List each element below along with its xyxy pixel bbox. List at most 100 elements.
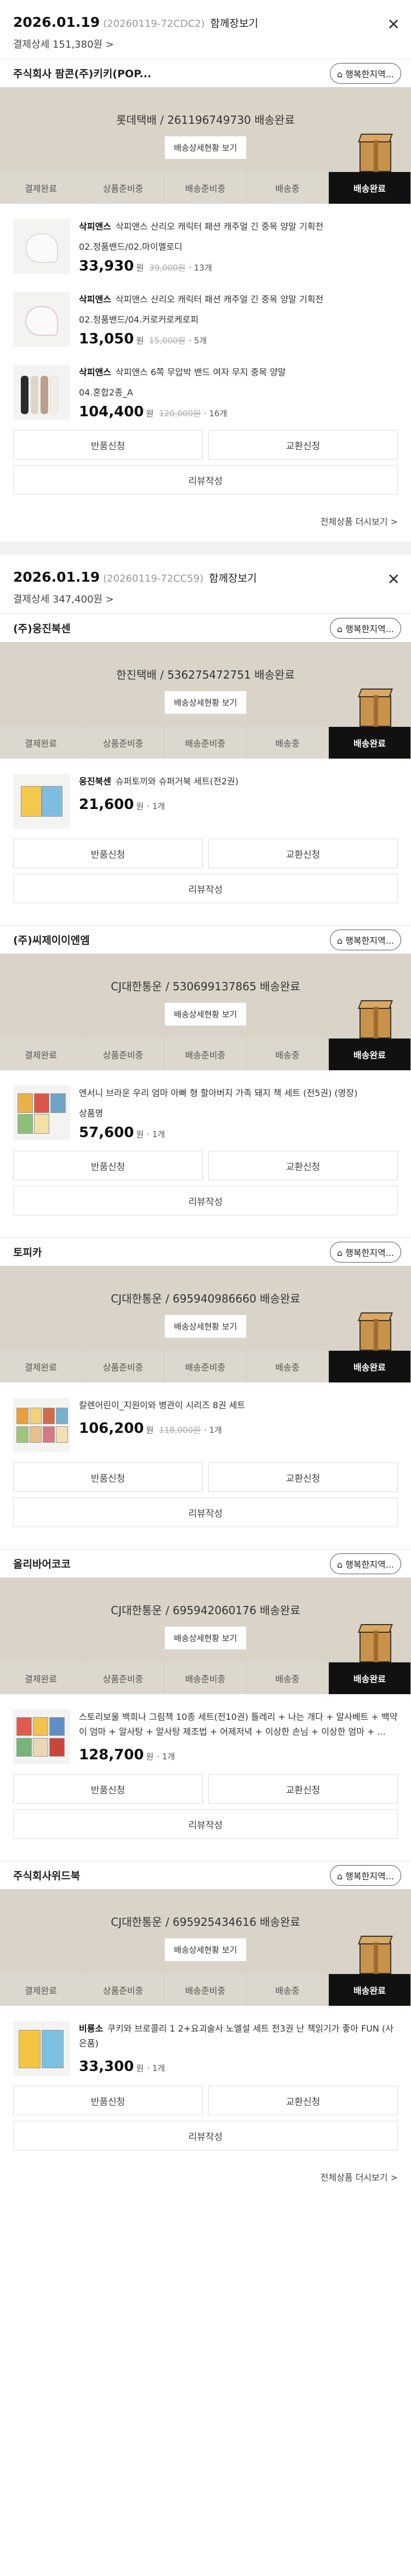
currency-unit: 원 [146, 409, 154, 418]
shop-name: (주)씨제이이엔엠 [13, 934, 90, 946]
tracking-button[interactable]: 배송상세현황 보기 [164, 136, 247, 159]
shop-button-label: 행복한지역... [345, 1559, 394, 1570]
item-option: 상품명 [79, 1108, 104, 1118]
step-ready: 배송준비중 [164, 1662, 247, 1694]
item-list: 웅진북센 슈퍼토끼와 슈퍼거북 세트(전2권) 21,600 원 · 1개 [0, 759, 411, 839]
tracking-button[interactable]: 배송상세현황 보기 [164, 1002, 247, 1026]
review-button[interactable]: 리뷰작성 [13, 1498, 398, 1527]
review-button[interactable]: 리뷰작성 [13, 1809, 398, 1839]
order-item[interactable]: 삭피앤스 삭피앤스 6쪽 무압박 밴드 여자 무지 중목 양말 04.혼합2종_A… [13, 357, 398, 430]
item-name: 삭피앤스 산리오 캐릭터 패션 캐주얼 긴 중목 양말 기획전 [115, 294, 324, 305]
exchange-button[interactable]: 교환신청 [208, 839, 398, 868]
item-price: 21,600 [79, 796, 134, 813]
shop-button[interactable]: ⌂ 행복한지역... [329, 1553, 401, 1574]
package-box-icon [356, 1624, 395, 1662]
tracking-button[interactable]: 배송상세현황 보기 [164, 1938, 247, 1961]
payment-detail-link[interactable]: 결제상세 347,400원 > [13, 592, 398, 613]
shop-button[interactable]: ⌂ 행복한지역... [329, 1864, 401, 1886]
shop-button[interactable]: ⌂ 행복한지역... [329, 62, 401, 84]
more-orders-link[interactable]: 전체상품 더시보기 > [0, 495, 411, 542]
exchange-button[interactable]: 교환신청 [208, 1774, 398, 1804]
product-thumbnail [13, 1086, 70, 1140]
step-delivered: 배송완료 [329, 1039, 411, 1070]
courier-info: CJ대한통운 / 695942060176 배송완료 [111, 1604, 300, 1617]
return-button[interactable]: 반품신청 [13, 1462, 203, 1492]
step-ready: 배송준비중 [164, 172, 247, 204]
order-item[interactable]: 웅진북센 슈퍼토끼와 슈퍼거북 세트(전2권) 21,600 원 · 1개 [13, 766, 398, 839]
item-name: 슈퍼토끼와 슈퍼거북 세트(전2권) [115, 776, 239, 787]
original-price: 118,000원 [159, 1425, 201, 1435]
shop-button[interactable]: ⌂ 행복한지역... [329, 617, 401, 639]
step-ready: 배송준비중 [164, 1351, 247, 1382]
view-together-link[interactable]: 함께장보기 [210, 15, 258, 30]
exchange-button[interactable]: 교환신청 [208, 430, 398, 460]
order-item[interactable]: 엔서니 브라운 우리 엄마 아빠 형 할아버지 가족 돼지 책 세트 (전5권)… [13, 1078, 398, 1151]
product-thumbnail [13, 292, 70, 347]
tracking-button[interactable]: 배송상세현황 보기 [164, 1315, 247, 1338]
step-delivered: 배송완료 [329, 1662, 411, 1694]
item-name: 엔서니 브라운 우리 엄마 아빠 형 할아버지 가족 돼지 책 세트 (전5권)… [79, 1088, 358, 1098]
review-button[interactable]: 리뷰작성 [13, 874, 398, 903]
step-ready: 배송준비중 [164, 1974, 247, 2006]
item-price: 13,050 [79, 331, 134, 347]
step-delivered: 배송완료 [329, 1351, 411, 1382]
order-item[interactable]: 삭피앤스 삭피앤스 산리오 캐릭터 패션 캐주얼 긴 중목 양말 기획전 02.정… [13, 211, 398, 284]
shop-button-label: 행복한지역... [345, 935, 394, 946]
shop-name: 올리바어코코 [13, 1558, 71, 1570]
order-item[interactable]: 삭피앤스 삭피앤스 산리오 캐릭터 패션 캐주얼 긴 중목 양말 기획전 02.정… [13, 284, 398, 357]
shop-header: (주)웅진북센 ⌂ 행복한지역... [0, 613, 411, 642]
shop-button[interactable]: ⌂ 행복한지역... [329, 1241, 401, 1263]
item-price: 128,700 [79, 1747, 144, 1763]
review-button[interactable]: 리뷰작성 [13, 1186, 398, 1215]
delivery-steps: 결제완료 상품준비중 배송준비중 배송중 배송완료 [0, 1974, 411, 2006]
step-delivered: 배송완료 [329, 1974, 411, 2006]
package-box-icon [356, 1936, 395, 1974]
return-button[interactable]: 반품신청 [13, 2086, 203, 2115]
shop-header: 주식회사위드북 ⌂ 행복한지역... [0, 1861, 411, 1889]
product-thumbnail [13, 1398, 70, 1453]
return-button[interactable]: 반품신청 [13, 430, 203, 460]
tracking-button[interactable]: 배송상세현황 보기 [164, 691, 247, 714]
currency-unit: 원 [136, 801, 144, 811]
shop-button[interactable]: ⌂ 행복한지역... [329, 929, 401, 950]
shop-button-label: 행복한지역... [345, 623, 394, 634]
step-paid: 결제완료 [0, 172, 82, 204]
item-actions: 반품신청 교환신청 리뷰작성 [0, 430, 411, 495]
step-preparing: 상품준비중 [82, 727, 164, 759]
delivery-steps: 결제완료 상품준비중 배송준비중 배송중 배송완료 [0, 1039, 411, 1070]
return-button[interactable]: 반품신청 [13, 839, 203, 868]
shop-header: 토피카 ⌂ 행복한지역... [0, 1237, 411, 1266]
order-item[interactable]: 칼렌어린이_지원이와 병관이 시리즈 8권 세트 106,200 원 118,000… [13, 1390, 398, 1462]
item-price: 33,930 [79, 258, 134, 274]
item-list: 삭피앤스 삭피앤스 산리오 캐릭터 패션 캐주얼 긴 중목 양말 기획전 02.정… [0, 204, 411, 430]
delivery-banner: CJ대한통운 / 695942060176 배송완료 배송상세현황 보기 [0, 1577, 411, 1662]
order-item[interactable]: 비룡소 쿠키와 브로콜리 1 2+요괴술사 노엘설 세트 전3권 난 책읽기가 좋… [13, 2013, 398, 2086]
exchange-button[interactable]: 교환신청 [208, 2086, 398, 2115]
order-number: (20260119-72CDC2) [103, 18, 205, 30]
payment-detail-link[interactable]: 결제상세 151,380원 > [13, 37, 398, 59]
order-header: 2026.01.19 (20260119-72CDC2) 함께장보기 ✕ 결제상… [0, 0, 411, 59]
step-paid: 결제완료 [0, 1039, 82, 1070]
courier-info: 롯데택배 / 261196749730 배송완료 [116, 113, 295, 127]
courier-info: CJ대한통운 / 695940986660 배송완료 [111, 1292, 300, 1305]
exchange-button[interactable]: 교환신청 [208, 1151, 398, 1180]
item-quantity: · 16개 [204, 409, 227, 418]
package-box-icon [356, 689, 395, 727]
step-paid: 결제완료 [0, 727, 82, 759]
more-orders-link[interactable]: 전체상품 더시보기 > [0, 2150, 411, 2198]
view-together-link[interactable]: 함께장보기 [209, 570, 256, 585]
order-item[interactable]: 스토리보울 백희나 그림책 10종 세트(전10권) 틀레리 + 나는 개다 +… [13, 1702, 398, 1774]
item-name: 칼렌어린이_지원이와 병관이 시리즈 8권 세트 [79, 1400, 246, 1410]
item-actions: 반품신청 교환신청 리뷰작성 [0, 1151, 411, 1215]
item-quantity-value: 1개 [152, 2063, 165, 2073]
close-icon[interactable]: ✕ [387, 570, 400, 588]
step-preparing: 상품준비중 [82, 1351, 164, 1382]
review-button[interactable]: 리뷰작성 [13, 2121, 398, 2150]
return-button[interactable]: 반품신청 [13, 1151, 203, 1180]
close-icon[interactable]: ✕ [387, 15, 400, 33]
item-option: 02.정품밴드/02.마이멜로디 [79, 242, 182, 252]
exchange-button[interactable]: 교환신청 [208, 1462, 398, 1492]
return-button[interactable]: 반품신청 [13, 1774, 203, 1804]
tracking-button[interactable]: 배송상세현황 보기 [164, 1626, 247, 1650]
review-button[interactable]: 리뷰작성 [13, 465, 398, 495]
